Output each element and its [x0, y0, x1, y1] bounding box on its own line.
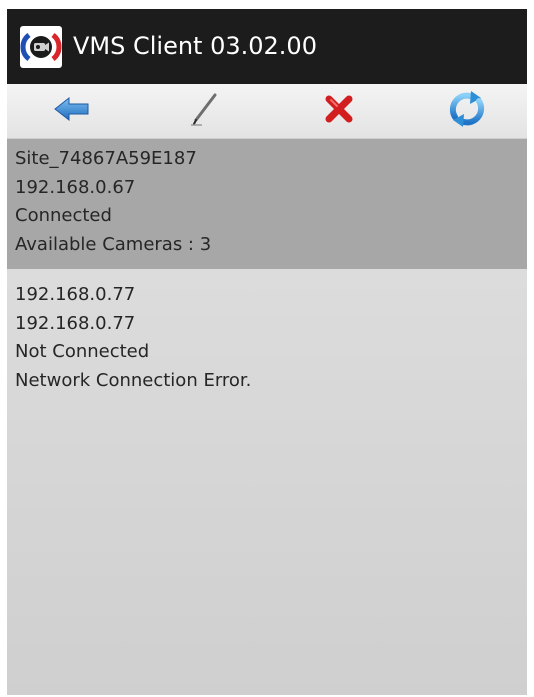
- site-list-item[interactable]: 192.168.0.77 192.168.0.77 Not Connected …: [7, 269, 527, 399]
- site-detail: Network Connection Error.: [15, 369, 252, 391]
- edit-button[interactable]: [160, 84, 250, 138]
- site-list: Site_74867A59E187 192.168.0.67 Connected…: [7, 139, 527, 399]
- site-address: 192.168.0.67: [15, 176, 136, 198]
- pencil-icon: [188, 91, 222, 131]
- left-arrow-icon: [52, 94, 92, 128]
- site-detail: Available Cameras : 3: [15, 233, 212, 255]
- back-button[interactable]: [27, 84, 117, 138]
- site-name: 192.168.0.77: [15, 284, 136, 305]
- title-bar: VMS Client 03.02.00: [7, 9, 527, 84]
- site-status: Not Connected: [15, 341, 150, 362]
- action-toolbar: [7, 84, 527, 139]
- camera-app-icon: [20, 26, 62, 68]
- delete-button[interactable]: [294, 84, 384, 138]
- app-screen: VMS Client 03.02.00 Site_74867A59E187 19…: [7, 9, 527, 695]
- site-status: Connected: [15, 205, 112, 226]
- site-list-item-selected[interactable]: Site_74867A59E187 192.168.0.67 Connected…: [7, 139, 527, 269]
- app-title: VMS Client 03.02.00: [73, 32, 317, 60]
- site-address: 192.168.0.77: [15, 312, 136, 334]
- red-x-icon: [322, 92, 356, 130]
- refresh-button[interactable]: [422, 84, 512, 138]
- site-name: Site_74867A59E187: [15, 148, 197, 169]
- refresh-icon: [445, 89, 489, 133]
